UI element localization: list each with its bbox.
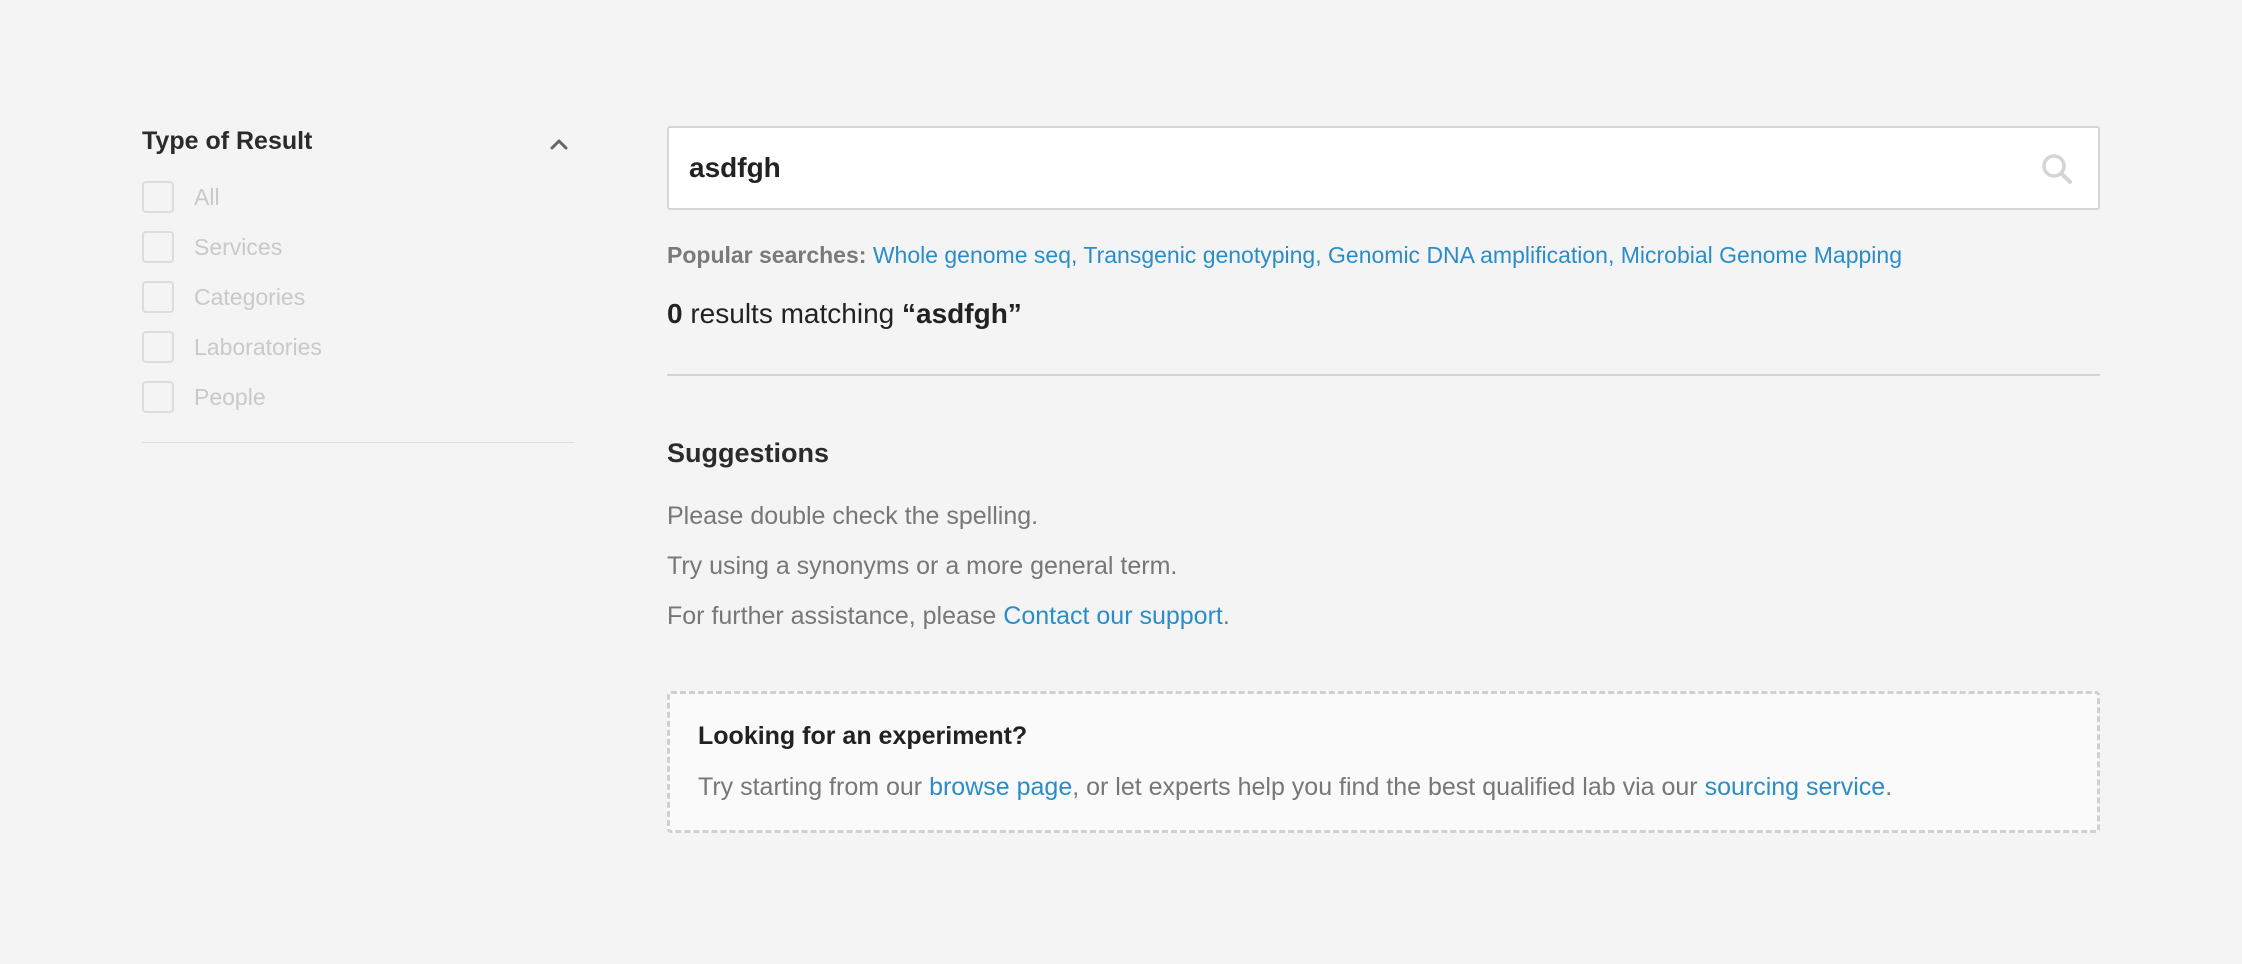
contact-support-link[interactable]: Contact our support xyxy=(1003,602,1223,630)
separator: , xyxy=(1607,242,1615,268)
suggestion-synonyms: Try using a synonyms or a more general t… xyxy=(667,552,1178,580)
browse-page-link[interactable]: browse page xyxy=(929,773,1072,801)
experiment-callout: Looking for an experiment? Try starting … xyxy=(667,691,2100,833)
popular-search-link[interactable]: Microbial Genome Mapping xyxy=(1621,242,1902,268)
filter-option-services[interactable]: Services xyxy=(142,222,575,272)
popular-searches-label: Popular searches: xyxy=(667,242,867,268)
experiment-middle: , or let experts help you find the best … xyxy=(1072,773,1698,801)
chevron-up-icon[interactable] xyxy=(547,132,571,156)
experiment-text: Try starting from our browse page, or le… xyxy=(698,773,2069,802)
checkbox[interactable] xyxy=(142,181,174,213)
results-query: “asdfgh” xyxy=(902,298,1022,329)
search-input[interactable] xyxy=(669,128,2098,208)
experiment-title: Looking for an experiment? xyxy=(698,722,1028,750)
popular-search-link[interactable]: Genomic DNA amplification xyxy=(1328,242,1608,268)
checkbox[interactable] xyxy=(142,231,174,263)
filter-header[interactable]: Type of Result xyxy=(142,120,575,162)
suggestion-support-prefix: For further assistance, please xyxy=(667,602,997,630)
sidebar-divider xyxy=(142,442,575,443)
separator: , xyxy=(1315,242,1322,268)
suggestion-spelling: Please double check the spelling. xyxy=(667,502,1039,530)
results-count: 0 xyxy=(667,298,683,329)
results-text: results matching xyxy=(690,298,895,329)
filter-option-label: Categories xyxy=(194,283,306,310)
results-summary: 0 results matching “asdfgh” xyxy=(667,296,2100,332)
popular-search-link[interactable]: Transgenic genotyping xyxy=(1083,242,1315,268)
checkbox[interactable] xyxy=(142,381,174,413)
filter-option-categories[interactable]: Categories xyxy=(142,272,575,322)
experiment-prefix: Try starting from our xyxy=(698,773,923,801)
filter-option-label: Laboratories xyxy=(194,333,322,360)
checkbox[interactable] xyxy=(142,281,174,313)
search-icon[interactable] xyxy=(2040,152,2074,186)
filter-option-label: People xyxy=(194,383,266,410)
checkbox[interactable] xyxy=(142,331,174,363)
results-divider xyxy=(667,374,2100,376)
search-results-page: Type of Result All Services Categories L… xyxy=(0,0,2242,964)
suggestion-support: For further assistance, please Contact o… xyxy=(667,601,2100,631)
suggestions-title: Suggestions xyxy=(667,438,830,468)
filter-option-label: All xyxy=(194,183,220,210)
filter-option-people[interactable]: People xyxy=(142,372,575,422)
filter-list: All Services Categories Laboratories Peo… xyxy=(142,172,575,422)
experiment-suffix: . xyxy=(1885,773,1893,801)
sourcing-service-link[interactable]: sourcing service xyxy=(1705,773,1886,801)
search-box xyxy=(667,126,2100,210)
filter-option-laboratories[interactable]: Laboratories xyxy=(142,322,575,372)
filter-option-all[interactable]: All xyxy=(142,172,575,222)
separator: , xyxy=(1071,242,1078,268)
suggestion-support-suffix: . xyxy=(1222,602,1230,630)
filter-title: Type of Result xyxy=(142,126,313,155)
popular-search-link[interactable]: Whole genome seq xyxy=(873,242,1071,268)
result-type-filter: Type of Result All Services Categories L… xyxy=(142,120,575,443)
filter-option-label: Services xyxy=(194,233,283,260)
popular-searches: Popular searches: Whole genome seq, Tran… xyxy=(667,240,2100,270)
main-content: Popular searches: Whole genome seq, Tran… xyxy=(667,126,2100,833)
